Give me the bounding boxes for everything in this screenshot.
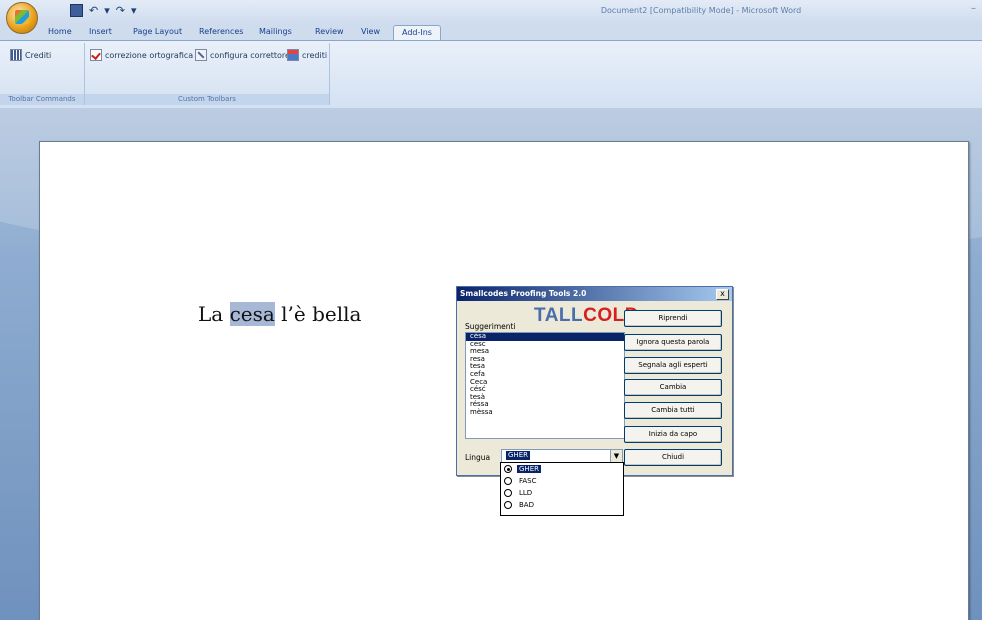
option-label: FASC	[519, 477, 537, 485]
lingua-label: Lingua	[465, 453, 491, 462]
lingua-option[interactable]: GHER	[501, 463, 623, 475]
button-label: correzione ortografica	[105, 50, 194, 60]
lingua-dropdown-list: GHER FASC LLD BAD	[500, 462, 624, 516]
tab-review[interactable]: Review	[315, 27, 344, 36]
segnala-button[interactable]: Segnala agli esperti	[624, 357, 722, 374]
button-label: crediti	[302, 50, 328, 60]
list-item[interactable]: cefa	[466, 370, 624, 379]
lingua-select[interactable]: GHER ▼	[501, 449, 623, 463]
minimize-button[interactable]: –	[971, 3, 976, 14]
tools-icon	[195, 49, 207, 61]
window-title: Document2 [Compatibility Mode] - Microso…	[600, 6, 802, 15]
text-before: La	[198, 302, 230, 326]
lingua-value: GHER	[506, 451, 530, 460]
lingua-option[interactable]: FASC	[501, 475, 623, 487]
proofing-dialog: Smallcodes Proofing Tools 2.0 x Suggerim…	[456, 286, 733, 476]
list-item[interactable]: césa	[466, 333, 624, 341]
suggestions-label: Suggerimenti	[465, 322, 516, 331]
group-label: Custom Toolbars	[85, 94, 329, 105]
group-custom-toolbars: correzione ortografica configura corrett…	[85, 43, 330, 105]
crediti-small-button[interactable]: crediti	[287, 49, 327, 61]
chiudi-button[interactable]: Chiudi	[624, 449, 722, 466]
tab-mailings[interactable]: Mailings	[259, 27, 292, 36]
title-bar: ↶ ▾ ↷ ▾ Document2 [Compatibility Mode] -…	[0, 0, 982, 34]
close-button[interactable]: x	[716, 289, 729, 300]
office-logo-icon	[15, 10, 29, 24]
radio-icon	[504, 489, 512, 497]
option-label: BAD	[519, 501, 534, 509]
spellcheck-icon	[90, 49, 102, 61]
suggestions-list[interactable]: césa cesc mesa resa tesa cefa Ceca césć …	[465, 332, 625, 439]
list-item[interactable]: mesa	[466, 348, 624, 356]
tab-references[interactable]: References	[199, 27, 243, 36]
configura-correttore-button[interactable]: configura correttore	[195, 49, 290, 61]
credits-icon	[287, 49, 299, 61]
document-text[interactable]: La cesa l’è bella	[198, 302, 361, 326]
list-item[interactable]: tesà	[466, 393, 624, 402]
toolbar-grid-icon	[10, 49, 22, 61]
text-after: l’è bella	[274, 302, 362, 326]
list-item[interactable]: mèssa	[466, 408, 624, 417]
inizia-da-capo-button[interactable]: Inizia da capo	[624, 426, 722, 443]
list-item[interactable]: césć	[466, 386, 624, 394]
cambia-tutti-button[interactable]: Cambia tutti	[624, 402, 722, 419]
group-toolbar-commands: Crediti Toolbar Commands	[0, 43, 85, 105]
list-item[interactable]: tesa	[466, 363, 624, 371]
lingua-option[interactable]: LLD	[501, 487, 623, 499]
crediti-button[interactable]: Crediti	[10, 49, 51, 61]
cambia-button[interactable]: Cambia	[624, 379, 722, 396]
option-label: GHER	[517, 465, 541, 473]
lingua-option[interactable]: BAD	[501, 499, 623, 511]
tab-add-ins[interactable]: Add-Ins	[393, 25, 441, 40]
correzione-ortografica-button[interactable]: correzione ortografica	[90, 49, 193, 61]
ribbon: Crediti Toolbar Commands correzione orto…	[0, 40, 982, 109]
tab-view[interactable]: View	[361, 27, 380, 36]
crediti-button-label: Crediti	[25, 50, 52, 60]
option-label: LLD	[519, 489, 533, 497]
tab-home[interactable]: Home	[48, 27, 72, 36]
list-item[interactable]: cesc	[466, 340, 624, 349]
radio-icon	[504, 501, 512, 509]
group-label: Toolbar Commands	[0, 94, 84, 105]
office-button[interactable]	[6, 2, 38, 34]
radio-icon	[504, 465, 512, 473]
radio-icon	[504, 477, 512, 485]
ribbon-tabs: Home Insert Page Layout References Maili…	[0, 24, 982, 40]
chevron-down-icon[interactable]: ▼	[610, 450, 622, 462]
button-label: configura correttore	[210, 50, 290, 60]
dialog-title: Smallcodes Proofing Tools 2.0	[457, 287, 732, 301]
logo-part-1: TALL	[534, 305, 584, 326]
tab-page-layout[interactable]: Page Layout	[133, 27, 182, 36]
highlighted-word[interactable]: cesa	[229, 302, 275, 326]
riprendi-button[interactable]: Riprendi	[624, 310, 722, 327]
list-item[interactable]: resa	[466, 355, 624, 364]
ignora-button[interactable]: Ignora questa parola	[624, 334, 722, 351]
tab-insert[interactable]: Insert	[89, 27, 112, 36]
list-item[interactable]: Ceca	[466, 378, 624, 387]
